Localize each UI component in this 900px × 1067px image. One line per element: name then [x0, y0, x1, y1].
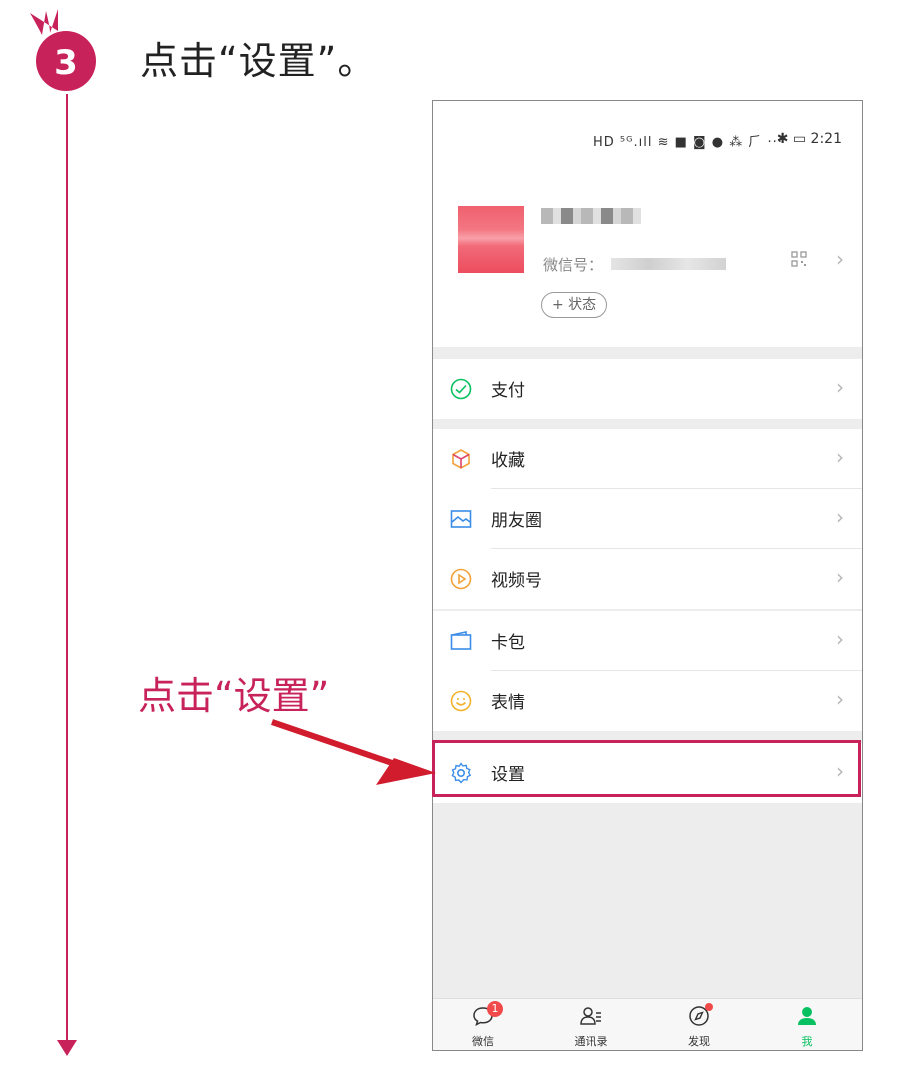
phone-screen: HD ⁵ᴳ.ıll ≋ ■ ◙ ● ⁂ ⺁ ··· ✱ ▭ 2:21 微信号： …	[432, 100, 863, 1051]
avatar[interactable]	[458, 206, 524, 273]
wxid-value-blurred	[611, 258, 726, 270]
chevron-right-icon: ›	[836, 505, 844, 529]
menu-item-moments[interactable]: 朋友圈 ›	[433, 489, 862, 549]
add-status-button[interactable]: + 状态	[541, 292, 608, 318]
tab-discover[interactable]: 发现	[659, 999, 739, 1050]
menu-item-favorites[interactable]: 收藏 ›	[433, 429, 862, 489]
tab-contacts[interactable]: 通讯录	[551, 999, 631, 1050]
chevron-right-icon: ›	[836, 687, 844, 711]
timeline-line	[66, 94, 68, 1040]
qr-code-icon[interactable]	[791, 251, 807, 271]
chevron-right-icon: ›	[836, 445, 844, 469]
menu-item-stickers[interactable]: 表情 ›	[433, 671, 862, 731]
pay-check-icon	[450, 378, 472, 400]
status-icons: HD ⁵ᴳ.ıll ≋ ■ ◙ ● ⁂ ⺁ ···	[593, 135, 783, 150]
step-title: 点击“设置”。	[140, 39, 377, 83]
menu-item-label: 朋友圈	[491, 511, 542, 531]
cube-icon	[452, 449, 470, 469]
menu-item-pay[interactable]: 支付 ›	[433, 359, 862, 419]
chevron-right-icon: ›	[836, 565, 844, 589]
contacts-icon	[580, 1007, 601, 1025]
new-dot-badge	[705, 1003, 713, 1011]
chevron-right-icon: ›	[836, 247, 844, 271]
tab-label: 通讯录	[574, 1035, 608, 1048]
wallet-icon	[450, 631, 472, 650]
timeline-arrow-icon	[57, 1040, 77, 1056]
menu-item-channels[interactable]: 视频号 ›	[433, 549, 862, 609]
menu-item-cards[interactable]: 卡包 ›	[433, 611, 862, 671]
wxid-label: 微信号：	[543, 256, 604, 274]
menu-item-label: 支付	[491, 381, 525, 401]
tab-label: 我	[801, 1035, 813, 1048]
menu-item-label: 表情	[491, 693, 525, 713]
bottom-tab-bar: 1 微信 通讯录 发现 我	[433, 998, 862, 1050]
callout-label: 点击“设置”	[138, 674, 330, 718]
person-icon	[798, 1007, 816, 1025]
tab-label: 发现	[688, 1035, 710, 1048]
menu-item-label: 视频号	[491, 571, 542, 591]
tab-me[interactable]: 我	[767, 999, 847, 1050]
profile-card[interactable]: 微信号： › + 状态	[433, 181, 862, 347]
chevron-right-icon: ›	[836, 375, 844, 399]
step-number-badge: 3	[30, 9, 96, 91]
status-time-battery: ✱ ▭ 2:21	[776, 131, 842, 147]
chevron-right-icon: ›	[836, 627, 844, 651]
tab-chats[interactable]: 1 微信	[443, 999, 523, 1050]
menu-item-label: 卡包	[491, 633, 525, 653]
smiley-icon	[450, 690, 472, 712]
play-circle-icon	[450, 568, 472, 590]
step-number: 3	[54, 43, 78, 83]
tab-label: 微信	[472, 1035, 494, 1048]
nickname-blurred	[541, 208, 641, 224]
image-icon	[450, 510, 472, 528]
settings-highlight-box	[432, 740, 861, 797]
unread-badge: 1	[487, 1001, 503, 1017]
status-bar: HD ⁵ᴳ.ıll ≋ ■ ◙ ● ⁂ ⺁ ··· ✱ ▭ 2:21	[433, 101, 862, 181]
menu-item-label: 收藏	[491, 451, 525, 471]
